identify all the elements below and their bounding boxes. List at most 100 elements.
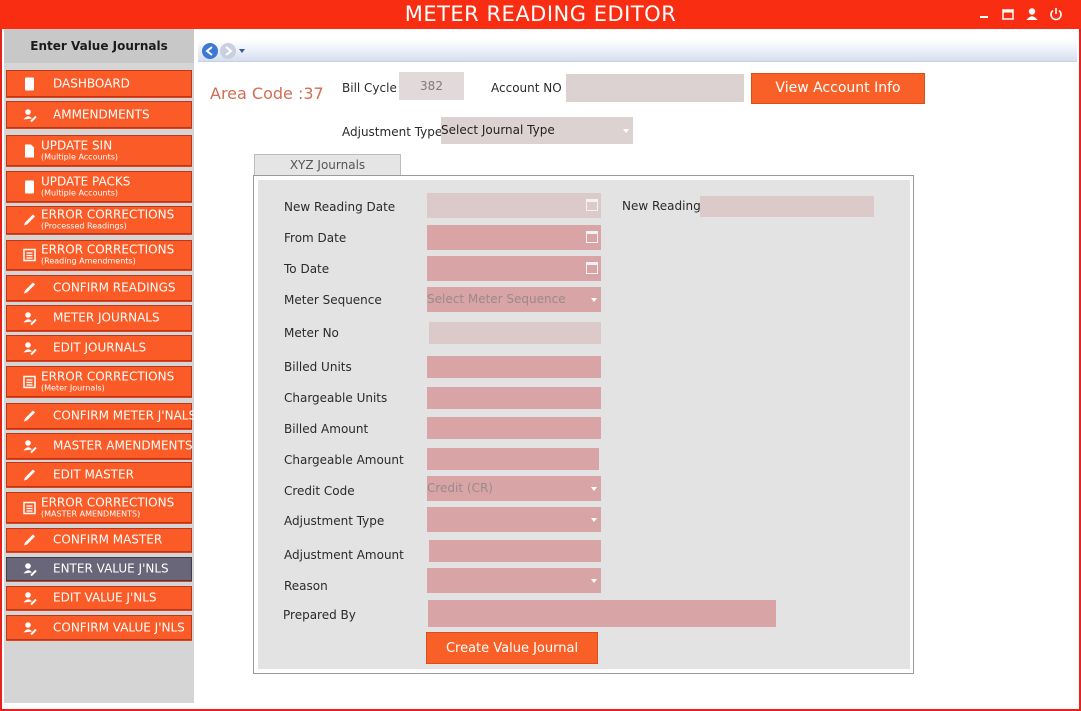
chevron-down-icon (591, 578, 597, 583)
credit-code-label: Credit Code (284, 484, 355, 498)
sidebar-item-title: ENTER VALUE J'NLS (53, 561, 169, 576)
history-dropdown-icon[interactable] (239, 49, 245, 53)
chargeable-amount-input[interactable] (427, 448, 599, 470)
sidebar-item-label: EDIT JOURNALS (53, 341, 187, 355)
document-icon (22, 76, 37, 91)
sidebar-item-subtitle: (Multiple Accounts) (41, 152, 119, 161)
new-reading-input[interactable] (700, 196, 874, 217)
sidebar-item-label: DASHBOARD (53, 77, 187, 90)
sidebar-item-subtitle: (Processed Readings) (41, 221, 127, 231)
sidebar-item-edit-value-j-nls[interactable]: EDIT VALUE J'NLS (6, 586, 192, 610)
adjustment-type-form-label: Adjustment Type (284, 514, 385, 528)
sidebar-item-label: CONFIRM MASTER (53, 532, 187, 547)
new-reading-date-input[interactable] (427, 193, 601, 218)
to-date-input[interactable] (427, 256, 601, 281)
maximize-icon[interactable] (1000, 6, 1016, 22)
user-edit-icon (22, 591, 37, 606)
sidebar-item-ammendments[interactable]: AMMENDMENTS (6, 101, 192, 128)
prepared-by-input[interactable] (428, 600, 776, 627)
create-value-journal-button[interactable]: Create Value Journal (426, 632, 598, 664)
sidebar-item-error-corrections-master-amendments[interactable]: ERROR CORRECTIONS (MASTER AMENDMENTS) (6, 492, 192, 523)
bill-cycle-label: Bill Cycle (342, 81, 397, 95)
sidebar-item-confirm-master[interactable]: CONFIRM MASTER (6, 528, 192, 552)
sidebar-item-confirm-value-j-nls[interactable]: CONFIRM VALUE J'NLS (6, 615, 192, 640)
sidebar-item-subtitle: (Multiple Accounts) (41, 188, 119, 197)
meter-sequence-select[interactable]: Select Meter Sequence (427, 287, 601, 312)
back-arrow-icon[interactable] (202, 43, 218, 59)
view-account-info-button[interactable]: View Account Info (751, 73, 925, 104)
adjustment-amount-input[interactable] (429, 540, 601, 562)
user-edit-icon (22, 439, 37, 454)
reason-label: Reason (284, 579, 328, 593)
sidebar-item-title: EDIT MASTER (53, 467, 134, 481)
calendar-icon[interactable] (586, 231, 598, 243)
minimize-icon[interactable] (976, 6, 992, 22)
pen-icon (22, 409, 37, 424)
to-date-label: To Date (284, 262, 330, 276)
tab-xyz-journals[interactable]: XYZ Journals (254, 154, 401, 175)
power-icon[interactable] (1048, 6, 1064, 22)
sidebar-item-confirm-readings[interactable]: CONFIRM READINGS (6, 275, 192, 301)
pen-icon (22, 533, 37, 548)
sidebar-item-edit-journals[interactable]: EDIT JOURNALS (6, 335, 192, 361)
billed-amount-input[interactable] (427, 417, 601, 439)
navigation-strip (198, 40, 1077, 62)
sidebar-item-update-sin-multiple-accounts[interactable]: UPDATE SIN (Multiple Accounts) (6, 135, 192, 166)
sidebar-item-label: UPDATE SIN (Multiple Accounts) (41, 139, 187, 162)
sidebar-item-title: METER JOURNALS (53, 310, 160, 325)
bill-cycle-field[interactable]: 382 (399, 72, 464, 100)
journal-type-value: Select Journal Type (441, 123, 555, 137)
sidebar-item-title: CONFIRM READINGS (53, 280, 176, 295)
reason-select[interactable] (427, 568, 601, 593)
sidebar-item-enter-value-j-nls[interactable]: ENTER VALUE J'NLS (6, 557, 192, 581)
sidebar-item-meter-journals[interactable]: METER JOURNALS (6, 305, 192, 331)
sidebar-item-label: AMMENDMENTS (53, 108, 187, 121)
calendar-icon[interactable] (586, 262, 598, 274)
new-reading-date-label: New Reading Date (284, 200, 396, 214)
credit-code-value: Credit (CR) (427, 481, 493, 495)
sidebar-item-error-corrections-reading-amendments[interactable]: ERROR CORRECTIONS (Reading Amendments) (6, 240, 192, 270)
sidebar-item-subtitle: (MASTER AMENDMENTS) (41, 509, 141, 518)
new-reading-label: New Reading (622, 199, 701, 213)
meter-no-input[interactable] (429, 322, 601, 344)
from-date-label: From Date (284, 231, 347, 245)
adjustment-type-label: Adjustment Type (342, 125, 443, 139)
chargeable-units-input[interactable] (427, 387, 601, 409)
document-icon (22, 179, 37, 194)
adjustment-type-select[interactable] (427, 507, 601, 532)
sidebar-item-title: DASHBOARD (53, 76, 130, 90)
from-date-input[interactable] (427, 225, 601, 250)
billed-units-input[interactable] (427, 356, 601, 378)
sidebar-item-label: CONFIRM VALUE J'NLS (53, 621, 187, 634)
chevron-down-icon (591, 517, 597, 522)
sidebar-item-title: ERROR CORRECTIONS (41, 369, 175, 383)
forward-arrow-icon[interactable] (220, 43, 236, 59)
sidebar-item-error-corrections-processed-readings[interactable]: ERROR CORRECTIONS (Processed Readings) (6, 206, 192, 234)
prepared-by-label: Prepared By (283, 608, 356, 622)
list-icon (22, 374, 37, 389)
account-no-input[interactable] (566, 74, 744, 102)
sidebar-item-error-corrections-meter-journals[interactable]: ERROR CORRECTIONS (Meter Journals) (6, 366, 192, 397)
sidebar-item-update-packs-multiple-accounts[interactable]: UPDATE PACKS (Multiple Accounts) (6, 171, 192, 202)
user-icon[interactable] (1024, 6, 1040, 22)
sidebar-item-confirm-meter-j-nals[interactable]: CONFIRM METER J'NALS (6, 403, 196, 429)
chevron-down-icon (591, 486, 597, 491)
sidebar-item-title: CONFIRM MASTER (53, 532, 163, 547)
title-bar: METER READING EDITOR (0, 0, 1081, 29)
file-icon (22, 143, 37, 158)
app-title: METER READING EDITOR (404, 2, 677, 26)
sidebar-item-edit-master[interactable]: EDIT MASTER (6, 462, 192, 487)
journal-type-select[interactable]: Select Journal Type (441, 117, 633, 144)
sidebar-item-label: CONFIRM METER J'NALS (53, 409, 196, 423)
sidebar-item-master-amendments[interactable]: MASTER AMENDMENTS (6, 433, 192, 459)
sidebar-item-title: AMMENDMENTS (53, 107, 150, 121)
list-icon (22, 248, 37, 263)
sidebar-item-dashboard[interactable]: DASHBOARD (6, 70, 192, 97)
calendar-icon[interactable] (586, 199, 598, 211)
list-icon (22, 500, 37, 515)
adjustment-amount-label: Adjustment Amount (284, 548, 404, 562)
sidebar-item-title: CONFIRM METER J'NALS (53, 408, 197, 423)
chargeable-units-label: Chargeable Units (284, 391, 388, 405)
credit-code-select[interactable]: Credit (CR) (427, 476, 601, 501)
sidebar-item-label: ERROR CORRECTIONS (Processed Readings) (41, 208, 187, 232)
